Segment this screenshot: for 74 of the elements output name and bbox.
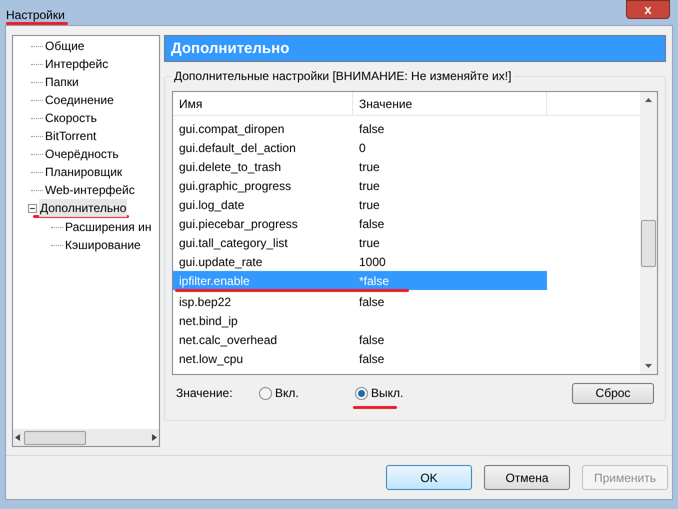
table-cell-text: net.low_cpu — [178, 350, 244, 368]
table-cell-text: gui.piecebar_progress — [178, 216, 299, 232]
table-cell-text: true — [358, 178, 380, 194]
tree-item[interactable]: Кэширование — [64, 236, 142, 254]
table-cell-text: gui.graphic_progress — [178, 178, 292, 194]
table-cell-text: true — [358, 234, 380, 252]
tree-item[interactable]: Скорость — [44, 109, 98, 127]
tree-item[interactable]: BitTorrent — [44, 127, 98, 145]
table-cell-text: gui.compat_diropen — [178, 120, 286, 138]
table-cell-text: gui.tall_category_list — [178, 234, 289, 252]
table-row[interactable]: gui.graphic_progress true — [173, 176, 547, 195]
window-title: Настройки — [6, 8, 66, 22]
reset-button[interactable]: Сброс — [572, 382, 654, 404]
scroll-right-icon[interactable] — [152, 434, 157, 441]
scroll-thumb[interactable] — [641, 220, 656, 267]
table-cell-text: gui.default_del_action — [178, 140, 297, 156]
table-cell-text: false — [358, 332, 384, 348]
value-label: Значение: — [175, 385, 234, 402]
table-cell-text: false — [358, 294, 384, 310]
scroll-left-icon[interactable] — [15, 434, 20, 441]
table-row[interactable]: isp.bep22 false — [173, 292, 547, 311]
annotation-underline — [353, 406, 397, 409]
scroll-up-icon[interactable] — [645, 98, 652, 102]
horizontal-scrollbar[interactable] — [13, 429, 159, 446]
table-row[interactable]: net.bind_ip — [173, 311, 547, 330]
table-cell-text: 0 — [358, 140, 366, 156]
group-title: Дополнительные настройки [ВНИМАНИЕ: Не изменяйте их!] — [171, 69, 514, 83]
table-cell-text: 1000 — [358, 254, 386, 270]
tree-item[interactable]: Расширения ин — [64, 218, 152, 236]
table-cell-text: gui.delete_to_trash — [178, 158, 282, 176]
table-row[interactable]: net.low_cpu false — [173, 349, 547, 368]
column-header[interactable]: Имя — [173, 92, 353, 115]
tree-item[interactable]: Планировщик — [44, 163, 124, 181]
tree-item[interactable]: Web-интерфейс — [44, 181, 136, 199]
table-cell-text: ipfilter.enable — [178, 272, 251, 290]
collapse-toggle-icon[interactable] — [28, 204, 37, 212]
table-row[interactable]: net.calc_overhead false — [173, 330, 547, 349]
close-button[interactable]: x — [626, 0, 670, 19]
table-cell-text: net.bind_ip — [178, 312, 239, 330]
dialog-button[interactable]: OK — [386, 465, 472, 490]
table-cell-text: isp.bep22 — [178, 294, 232, 310]
table-cell-text: false — [358, 216, 384, 232]
table-row[interactable]: gui.tall_category_list true — [173, 233, 547, 252]
scroll-down-icon[interactable] — [645, 364, 652, 368]
table-row[interactable]: gui.log_date true — [173, 195, 547, 214]
table-cell-text: net.calc_overhead — [178, 332, 278, 348]
tree-item[interactable]: Общие — [44, 37, 86, 55]
table-cell-text: gui.log_date — [178, 196, 246, 214]
table-cell-text: true — [358, 196, 380, 214]
table-cell-text: gui.update_rate — [178, 254, 264, 270]
table-row[interactable]: gui.piecebar_progress false — [173, 214, 547, 233]
page-header: Дополнительно — [164, 35, 666, 62]
table-row[interactable]: gui.delete_to_trash true — [173, 157, 547, 176]
table-cell-text: true — [358, 158, 380, 176]
annotation-underline — [6, 22, 68, 25]
radio-option[interactable]: Вкл. — [259, 384, 355, 402]
tree-item[interactable]: Интерфейс — [44, 55, 110, 73]
tree-item[interactable]: Дополнительно — [39, 199, 128, 217]
dialog-button[interactable]: Отмена — [484, 465, 570, 490]
table-row[interactable]: gui.update_rate 1000 — [173, 252, 547, 271]
radio-button[interactable] — [355, 386, 368, 400]
table-row[interactable]: gui.compat_diropen false — [173, 119, 547, 138]
tree-item[interactable]: Папки — [44, 73, 80, 91]
tree-item[interactable]: Очерёдность — [44, 145, 120, 163]
table-cell-text: false — [358, 350, 384, 368]
tree-item[interactable]: Соединение — [44, 91, 115, 109]
vertical-scrollbar[interactable] — [640, 92, 657, 374]
radio-button[interactable] — [259, 386, 272, 400]
table-row[interactable]: gui.default_del_action 0 — [173, 138, 547, 157]
radio-option[interactable]: Выкл. — [355, 384, 555, 402]
scroll-thumb[interactable] — [24, 430, 86, 444]
table-cell-text: false — [358, 120, 384, 138]
column-header[interactable]: Значение — [353, 92, 547, 115]
table-cell-text: *false — [358, 272, 390, 290]
